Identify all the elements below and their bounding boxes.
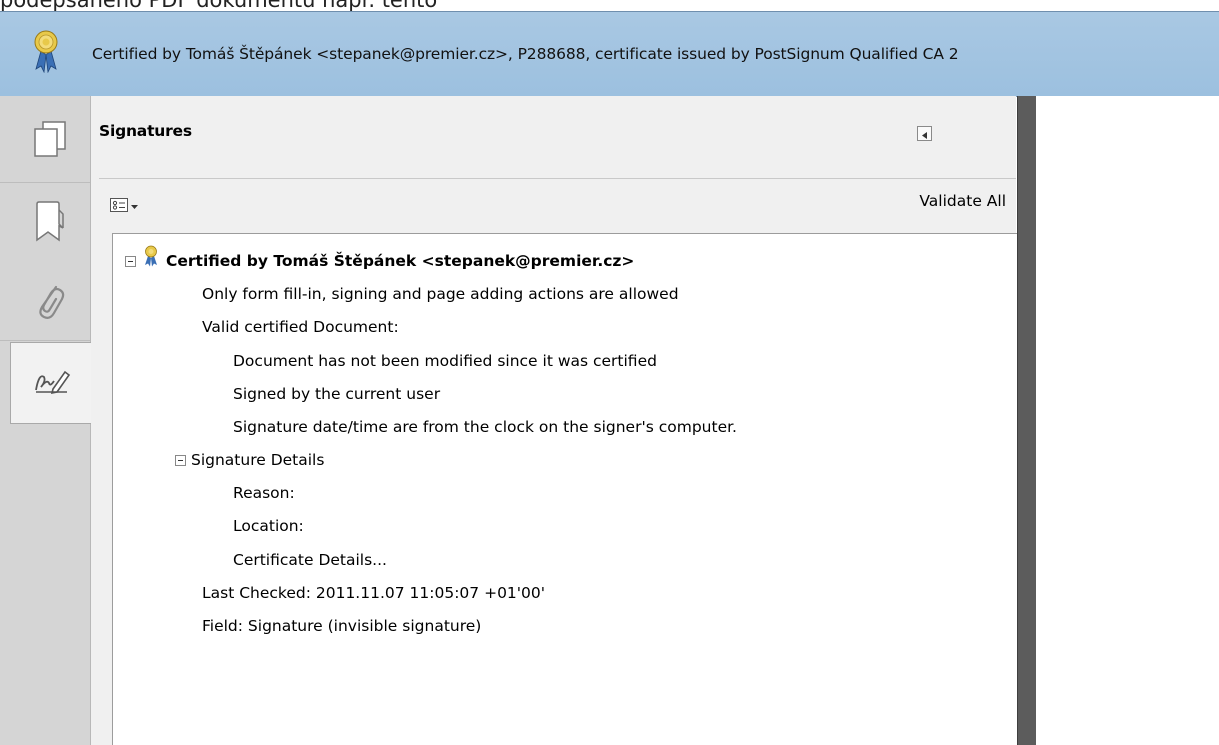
pages-nav-button[interactable]: [10, 102, 90, 180]
tree-item-valid-detail: Document has not been modified since it …: [233, 352, 657, 370]
panel-title: Signatures: [99, 122, 192, 140]
tree-item-detail: Reason:: [233, 484, 295, 502]
signatures-nav-button[interactable]: [10, 342, 92, 424]
certification-message: Certified by Tomáš Štěpánek <stepanek@pr…: [92, 45, 959, 63]
collapse-toggle-icon[interactable]: [175, 455, 186, 466]
tree-item-valid-heading: Valid certified Document:: [202, 318, 399, 336]
signature-tree: Certified by Tomáš Štěpánek <stepanek@pr…: [112, 233, 1025, 745]
nav-divider: [0, 340, 90, 341]
tree-item-valid-detail: Signed by the current user: [233, 385, 441, 403]
validate-all-button[interactable]: Validate All: [919, 192, 1006, 210]
panel-divider: [99, 178, 1016, 179]
panel-splitter[interactable]: [1017, 96, 1037, 745]
bookmarks-nav-button[interactable]: [10, 184, 90, 262]
navigation-pane: [0, 96, 92, 745]
tree-item-field: Field: Signature (invisible signature): [202, 617, 482, 635]
collapse-panel-button[interactable]: [917, 126, 932, 141]
document-view: [1036, 96, 1219, 745]
tree-item-permissions: Only form fill-in, signing and page addi…: [202, 285, 679, 303]
tree-item-valid-detail: Signature date/time are from the clock o…: [233, 418, 737, 436]
tree-item-certification[interactable]: Certified by Tomáš Štěpánek <stepanek@pr…: [125, 244, 634, 278]
collapse-toggle-icon[interactable]: [125, 256, 136, 267]
options-menu-button[interactable]: [110, 195, 138, 214]
attachments-nav-button[interactable]: [10, 264, 90, 342]
certificate-details-link[interactable]: Certificate Details...: [233, 543, 387, 577]
certified-ribbon-icon: [33, 29, 59, 77]
nav-divider: [0, 182, 90, 183]
chevron-left-icon: [922, 124, 927, 143]
certification-title: Certified by Tomáš Štěpánek <stepanek@pr…: [166, 252, 635, 270]
paperclip-icon: [34, 281, 66, 325]
options-list-icon: [110, 197, 128, 212]
pages-icon: [32, 120, 68, 162]
certified-ribbon-icon: [144, 245, 158, 279]
tree-item-detail: Location:: [233, 517, 304, 535]
chevron-down-icon: [131, 195, 138, 214]
certification-message-bar: Certified by Tomáš Štěpánek <stepanek@pr…: [0, 11, 1219, 97]
bookmark-icon: [33, 200, 67, 246]
tree-item-signature-details[interactable]: Signature Details: [175, 443, 324, 477]
signature-details-label: Signature Details: [191, 451, 325, 469]
tree-item-last-checked: Last Checked: 2011.11.07 11:05:07 +01'00…: [202, 584, 546, 602]
signature-pen-icon: [33, 367, 71, 399]
